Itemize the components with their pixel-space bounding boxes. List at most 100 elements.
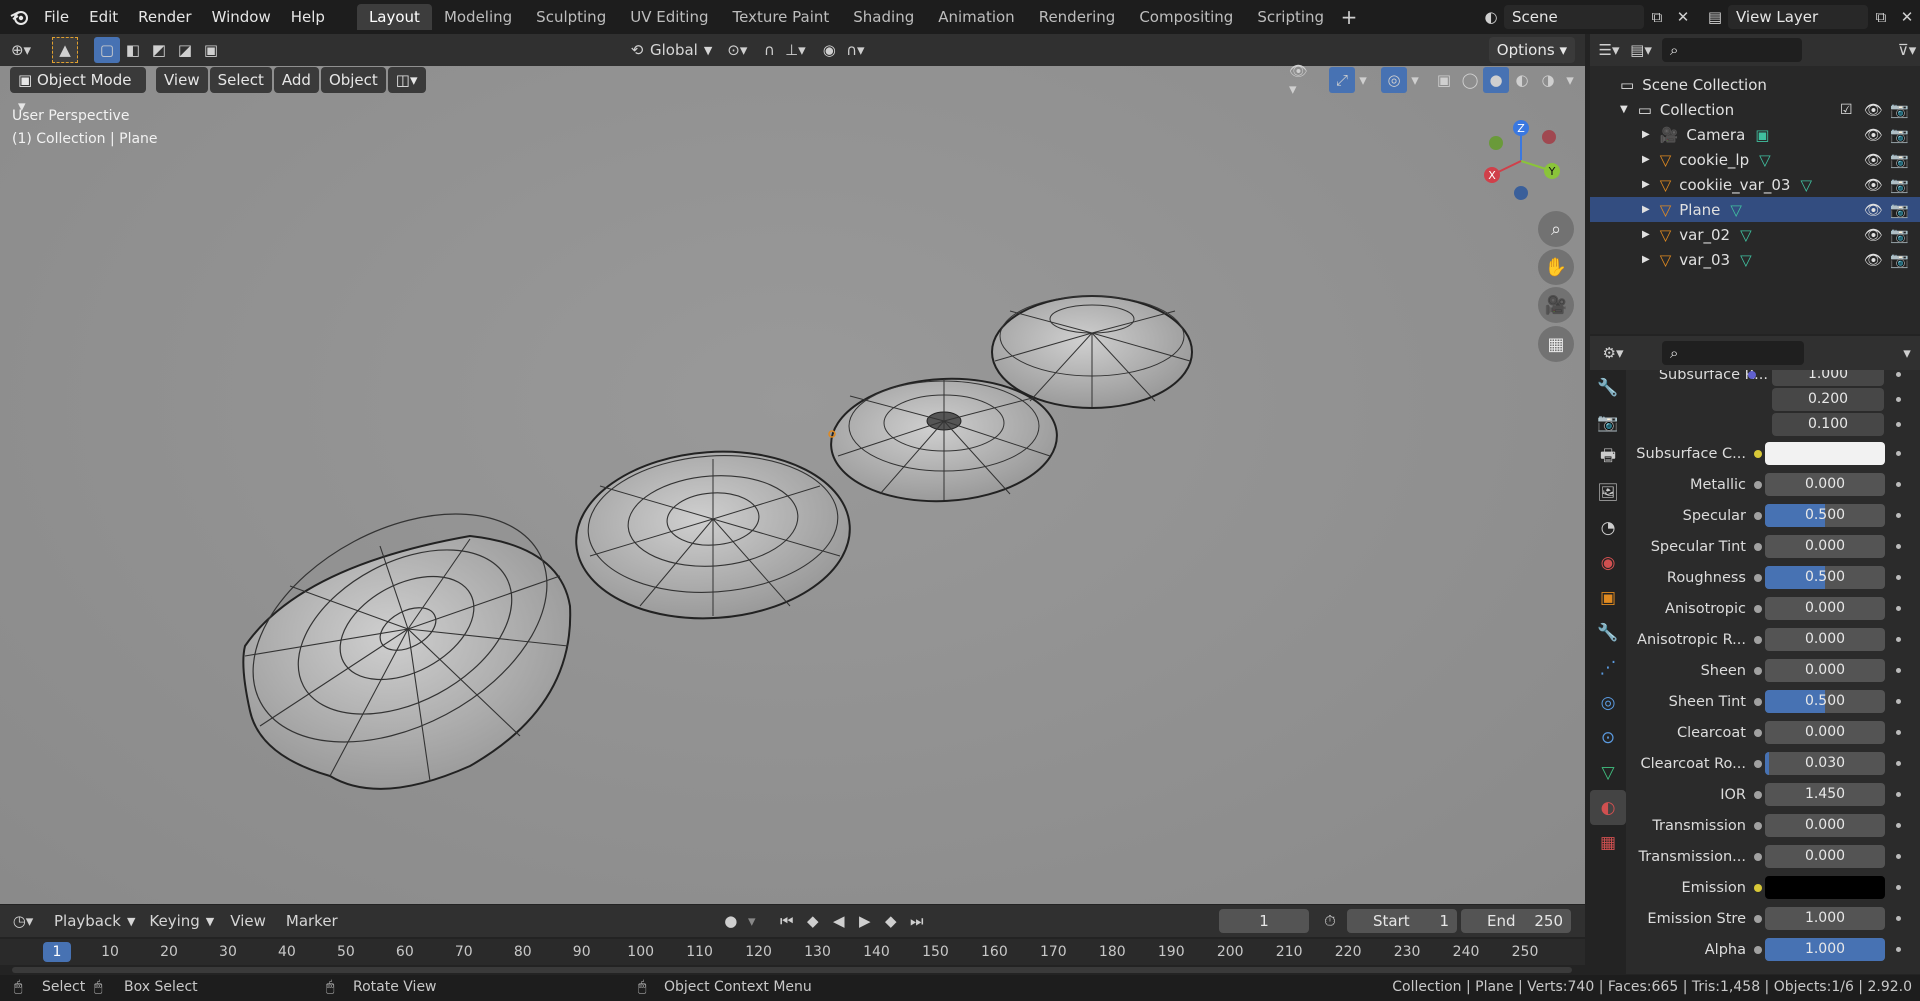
physics-tab-icon[interactable]: ◎ <box>1590 685 1626 720</box>
tab-modeling[interactable]: Modeling <box>432 4 524 30</box>
subsurface-radius-x[interactable]: 1.000 <box>1772 370 1884 386</box>
collection-checkbox[interactable]: ☑ <box>1840 102 1853 118</box>
scene-collection-row[interactable]: ▭ Scene Collection <box>1590 72 1920 97</box>
view-layer-tab-icon[interactable]: 🖼 <box>1590 475 1626 510</box>
navigation-gizmo[interactable]: Z Y X <box>1476 116 1566 208</box>
visibility-eye-icon[interactable]: 👁 <box>1864 226 1883 244</box>
subsurface-radius-z[interactable]: 0.100 <box>1772 413 1884 436</box>
expand-arrow-icon[interactable]: ▶ <box>1642 254 1650 265</box>
keyframe-dot-icon[interactable] <box>1896 792 1901 797</box>
property-value-field[interactable]: 0.000 <box>1765 628 1885 651</box>
scene-field[interactable]: Scene <box>1504 5 1644 29</box>
mode-subtract-icon[interactable]: ◩ <box>146 37 172 63</box>
addon-menu-icon[interactable]: ◫▾ <box>387 67 426 93</box>
collection-expand-icon[interactable]: ▼ <box>1620 104 1628 115</box>
keyframe-dot-icon[interactable] <box>1896 885 1901 890</box>
mode-invert-icon[interactable]: ◪ <box>172 37 198 63</box>
constraints-tab-icon[interactable]: ⊙ <box>1590 720 1626 755</box>
keyframe-type-icon[interactable]: ▾ <box>744 908 760 934</box>
keyframe-dot-icon[interactable] <box>1896 854 1901 859</box>
render-camera-icon[interactable]: 📷 <box>1890 176 1909 194</box>
keyframe-dot-icon[interactable] <box>1896 761 1901 766</box>
property-value-field[interactable]: 0.000 <box>1765 597 1885 620</box>
record-icon[interactable]: ● <box>718 908 744 934</box>
outliner-item-2[interactable]: ▶ ▽ cookiie_var_03 ▽ 👁 📷 <box>1590 172 1920 197</box>
visibility-eye-icon[interactable]: 👁 <box>1864 126 1883 144</box>
mode-extend-icon[interactable]: ◧ <box>120 37 146 63</box>
scene-meshes[interactable] <box>0 66 1585 904</box>
zoom-icon[interactable]: ⌕ <box>1538 211 1574 247</box>
scene-selector-icon[interactable]: ◐ <box>1478 4 1504 30</box>
property-value-field[interactable]: 0.500 <box>1765 690 1885 713</box>
properties-editor-icon[interactable]: ⚙▾ <box>1600 340 1626 366</box>
filter-icon[interactable]: ⊽▾ <box>1894 37 1920 63</box>
menu-window[interactable]: Window <box>202 0 281 34</box>
texture-tab-icon[interactable]: ▦ <box>1590 825 1626 860</box>
keyframe-dot-icon[interactable] <box>1896 637 1901 642</box>
jump-end-icon[interactable]: ⏭ <box>904 908 930 934</box>
subsurface-radius-y[interactable]: 0.200 <box>1772 388 1884 411</box>
keyframe-dot-icon[interactable] <box>1896 397 1901 402</box>
render-camera-icon[interactable]: 📷 <box>1890 226 1909 244</box>
keyframe-dot-icon[interactable] <box>1896 544 1901 549</box>
mesh-cookie-second[interactable] <box>571 443 856 628</box>
tab-layout[interactable]: Layout <box>356 4 432 30</box>
property-value-field[interactable]: 0.000 <box>1765 659 1885 682</box>
overlay-icon[interactable]: ◎ <box>1381 67 1407 93</box>
tab-scripting[interactable]: Scripting <box>1245 4 1336 30</box>
current-frame-field[interactable]: 1 <box>1219 909 1309 933</box>
render-camera-icon[interactable]: 📷 <box>1890 251 1909 269</box>
display-mode-icon[interactable]: ▤▾ <box>1628 37 1654 63</box>
editor-type-icon[interactable]: ⊕▾ <box>8 37 34 63</box>
frame-ruler[interactable]: 1 10 20 30 40 50 60 70 80 90 100 110 120 130 140 150 160… <box>0 939 1585 965</box>
menu-edit[interactable]: Edit <box>79 0 128 34</box>
pivot-point-icon[interactable]: ⊙▾ <box>724 37 750 63</box>
keyframe-dot-icon[interactable] <box>1896 513 1901 518</box>
modifier-tab-icon[interactable]: 🔧 <box>1590 615 1626 650</box>
menu-playback[interactable]: Playback <box>54 912 121 930</box>
expand-arrow-icon[interactable]: ▶ <box>1642 204 1650 215</box>
timeline-editor-icon[interactable]: ◷▾ <box>10 908 36 934</box>
end-frame-field[interactable]: End 250 <box>1461 909 1571 933</box>
tab-compositing[interactable]: Compositing <box>1127 4 1245 30</box>
shading-dropdown-icon[interactable]: ▾ <box>1561 67 1579 93</box>
tab-uv-editing[interactable]: UV Editing <box>618 4 720 30</box>
outliner-item-1[interactable]: ▶ ▽ cookie_lp ▽ 👁 📷 <box>1590 147 1920 172</box>
property-value-field[interactable]: 0.500 <box>1765 504 1885 527</box>
view-layer-field[interactable]: View Layer <box>1728 5 1868 29</box>
keyframe-dot-icon[interactable] <box>1896 372 1901 377</box>
transform-orientation-select[interactable]: Global <box>650 41 698 59</box>
tab-shading[interactable]: Shading <box>841 4 926 30</box>
property-value-field[interactable]: 1.000 <box>1765 938 1885 961</box>
menu-keying[interactable]: Keying <box>149 912 199 930</box>
property-value-field[interactable]: 0.000 <box>1765 535 1885 558</box>
color-swatch[interactable] <box>1765 876 1885 899</box>
render-camera-icon[interactable]: 📷 <box>1890 126 1909 144</box>
3d-viewport[interactable]: User Perspective (1) Collection | Plane <box>0 66 1585 904</box>
menu-marker[interactable]: Marker <box>286 912 338 930</box>
property-value-field[interactable]: 0.030 <box>1765 752 1885 775</box>
snap-icon[interactable]: ∩ <box>756 37 782 63</box>
render-camera-icon[interactable]: 📷 <box>1890 151 1909 169</box>
next-keyframe-icon[interactable]: ◆ <box>878 908 904 934</box>
falloff-icon[interactable]: ∩▾ <box>842 37 868 63</box>
mesh-cookie-back[interactable] <box>991 295 1193 409</box>
play-icon[interactable]: ▶ <box>852 908 878 934</box>
visibility-eye-icon[interactable]: 👁 <box>1864 176 1883 194</box>
render-camera-icon[interactable]: 📷 <box>1890 101 1909 119</box>
select-tool-icon[interactable]: ▲ <box>52 37 78 63</box>
pan-hand-icon[interactable]: ✋ <box>1538 249 1574 285</box>
keyframe-dot-icon[interactable] <box>1896 482 1901 487</box>
gizmo-dropdown-icon[interactable]: ▾ <box>1355 67 1371 93</box>
prev-keyframe-icon[interactable]: ◆ <box>800 908 826 934</box>
menu-view[interactable]: View <box>156 67 208 93</box>
outliner-item-4[interactable]: ▶ ▽ var_02 ▽ 👁 📷 <box>1590 222 1920 247</box>
mode-select[interactable]: ▣ Object Mode ▾ <box>10 67 146 115</box>
outliner-item-0[interactable]: ▶ 🎥 Camera ▣ 👁 📷 <box>1590 122 1920 147</box>
outliner-item-5[interactable]: ▶ ▽ var_03 ▽ 👁 📷 <box>1590 247 1920 272</box>
keyframe-dot-icon[interactable] <box>1896 606 1901 611</box>
shading-solid-icon[interactable]: ● <box>1483 67 1509 93</box>
tab-animation[interactable]: Animation <box>926 4 1026 30</box>
color-swatch[interactable] <box>1765 442 1885 465</box>
shading-rendered-icon[interactable]: ◑ <box>1535 67 1561 93</box>
